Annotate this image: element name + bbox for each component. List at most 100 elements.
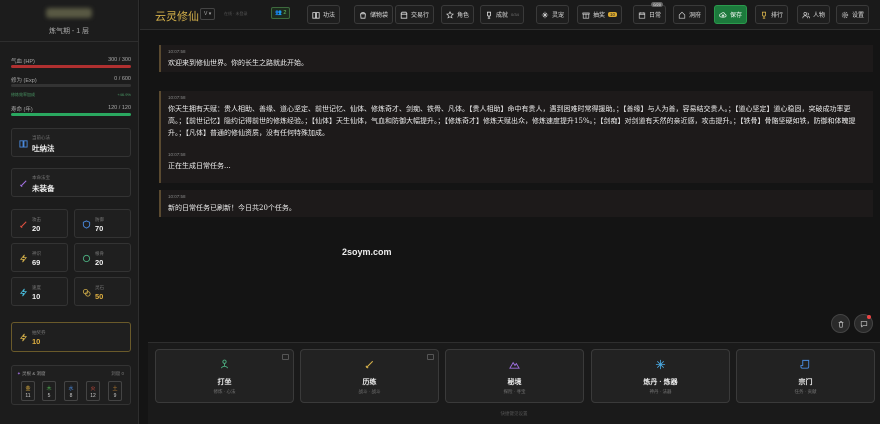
spirit-value: 69 bbox=[32, 258, 41, 267]
bag-icon bbox=[360, 11, 366, 19]
lottery-value: 10 bbox=[32, 337, 41, 346]
cloud-icon bbox=[719, 11, 727, 18]
action-label: 打坐 bbox=[217, 379, 232, 386]
message-log: 10:07:58 欢迎来到修仙世界。你的长生之路就此开始。 10:07:58 你… bbox=[153, 37, 875, 337]
log-text: 欢迎来到修仙世界。你的长生之路就此开始。 bbox=[168, 59, 308, 67]
action-alchemy[interactable]: 炼丹 · 炼器 神丹 · 法器 bbox=[591, 349, 730, 403]
defense-label: 防御 bbox=[95, 217, 104, 222]
elements-panel: ✦ 灵根 & 洞窟 洞窟 0 金 11 木5 水8 火 12 土9 bbox=[11, 365, 131, 405]
users-icon bbox=[802, 11, 810, 18]
attr-bone: 根骨 20 bbox=[74, 243, 131, 272]
attr-spirit-stones: 灵石 50 bbox=[74, 277, 131, 306]
log-timestamp: 10:07:58 bbox=[168, 152, 186, 157]
attack-label: 攻击 bbox=[32, 217, 41, 222]
exp-label: 修为 (Exp) bbox=[11, 78, 37, 84]
nav-label: 储物袋 bbox=[370, 13, 389, 19]
status-text: 在线 · 未登录 bbox=[224, 11, 248, 16]
spirit-stones-label: 灵石 bbox=[95, 285, 104, 290]
lifespan-bar bbox=[11, 113, 131, 116]
circle-icon bbox=[82, 254, 91, 263]
action-sect[interactable]: 宗门 任务 · 贡献 bbox=[736, 349, 875, 403]
elements-label-text: 灵根 & 洞窟 bbox=[22, 371, 46, 376]
nav-label: 成就 bbox=[496, 13, 509, 19]
shop-icon bbox=[400, 11, 408, 19]
book-icon bbox=[312, 11, 320, 19]
speed-label: 速度 bbox=[32, 285, 41, 290]
book-icon bbox=[19, 140, 28, 148]
save-button[interactable]: 保存 bbox=[714, 5, 748, 24]
nav-button-inventory[interactable]: 储物袋 bbox=[354, 5, 394, 24]
nav-label: 设置 bbox=[852, 13, 865, 19]
hp-label: 气血 (HP) bbox=[11, 59, 35, 65]
nav-button-cave[interactable]: 洞府 bbox=[673, 5, 707, 24]
bone-label: 根骨 bbox=[95, 251, 104, 256]
attack-value: 20 bbox=[32, 224, 41, 233]
log-timestamp: 10:07:58 bbox=[168, 49, 186, 54]
hp-bar bbox=[11, 65, 131, 68]
method-card[interactable]: 当前心法 吐纳法 bbox=[11, 128, 131, 157]
nav-label: 洞府 bbox=[689, 13, 702, 19]
chat-button[interactable] bbox=[854, 314, 873, 333]
nav-label: 人物 bbox=[813, 13, 826, 19]
nav-button-character[interactable]: 角色 bbox=[441, 5, 475, 24]
star-icon bbox=[446, 10, 454, 19]
sidebar: 炼气期 - 1 层 气血 (HP) 300 / 300 修为 (Exp) 0 /… bbox=[0, 0, 139, 424]
hp-value: 300 / 300 bbox=[108, 57, 131, 63]
method-value: 吐纳法 bbox=[32, 144, 55, 153]
elements-label: ✦ 灵根 & 洞窟 bbox=[17, 371, 46, 377]
element-name: 火 bbox=[90, 386, 96, 392]
log-entry: 10:07:58 正在生成日常任务... bbox=[159, 148, 873, 174]
spirit-stones-value: 50 bbox=[95, 292, 104, 301]
action-bar: 打坐 修炼 · 心法 历练 战斗 · 战斗 秘境 探险 · 寻宝 炼丹 · 炼器… bbox=[148, 342, 880, 424]
nav-button-ranking[interactable]: 排行 bbox=[755, 5, 789, 24]
realm-label: 炼气期 - 1 层 bbox=[48, 28, 90, 35]
nav-label: 排行 bbox=[771, 13, 784, 19]
action-secret-realm[interactable]: 秘境 探险 · 寻宝 bbox=[445, 349, 584, 403]
online-count-badge[interactable]: 👥 2 bbox=[271, 7, 291, 19]
clear-log-button[interactable] bbox=[831, 314, 850, 333]
version-dropdown[interactable]: V ▾ bbox=[200, 8, 216, 20]
element-wood: 木5 bbox=[42, 381, 56, 401]
action-sub: 神丹 · 法器 bbox=[649, 389, 672, 394]
log-timestamp: 10:07:58 bbox=[168, 194, 186, 199]
method-label: 当前心法 bbox=[32, 135, 50, 140]
element-fire: 火 12 bbox=[86, 381, 100, 401]
action-label: 历练 bbox=[362, 379, 377, 386]
sparkle-icon bbox=[655, 359, 666, 370]
calendar-icon bbox=[638, 11, 646, 19]
sparkle-icon bbox=[541, 11, 549, 18]
log-text: 正在生成日常任务... bbox=[168, 162, 231, 170]
lottery-badge: 10 bbox=[608, 12, 618, 17]
action-meditate[interactable]: 打坐 修炼 · 心法 bbox=[155, 349, 294, 403]
nav-label: 日常 bbox=[649, 13, 662, 19]
nav-button-settings[interactable]: 设置 bbox=[836, 5, 870, 24]
nav-button-daily[interactable]: 日常 0/20 bbox=[633, 2, 667, 24]
sparkle-icon: ✦ bbox=[17, 371, 21, 376]
nav-button-lottery[interactable]: 抽奖 10 bbox=[577, 5, 623, 24]
shortcut-hint: 快捷键见设置 bbox=[500, 411, 528, 416]
nav-button-skills[interactable]: 功法 bbox=[307, 5, 341, 24]
weapon-card[interactable]: 本命法宝 未装备 bbox=[11, 168, 131, 197]
action-training[interactable]: 历练 战斗 · 战斗 bbox=[300, 349, 439, 403]
lifespan-label: 寿命 (年) bbox=[11, 107, 33, 113]
nav-button-achievements[interactable]: 成就 0/34 bbox=[480, 5, 524, 24]
element-value: 11 bbox=[25, 393, 31, 399]
log-timestamp: 10:07:58 bbox=[168, 95, 186, 100]
app-title: 云灵修仙 bbox=[155, 10, 199, 23]
nav-button-people[interactable]: 人物 bbox=[797, 5, 831, 24]
sword-icon bbox=[365, 360, 374, 369]
spirit-label: 神识 bbox=[32, 251, 41, 256]
player-header: 炼气期 - 1 层 bbox=[0, 0, 138, 42]
medal-icon bbox=[762, 11, 766, 19]
scroll-icon bbox=[800, 359, 810, 369]
nav-button-pets[interactable]: 灵宠 bbox=[536, 5, 570, 24]
elements-extra: 洞窟 0 bbox=[111, 371, 124, 376]
hp-bar-fill bbox=[11, 65, 131, 68]
nav-label: 功法 bbox=[323, 13, 336, 19]
cultivation-rate: 修炼效率加成 +46.9% bbox=[11, 92, 131, 98]
element-name: 土 bbox=[112, 386, 118, 392]
coins-icon bbox=[82, 288, 91, 297]
element-value: 5 bbox=[47, 393, 51, 399]
attr-speed: 速度 10 bbox=[11, 277, 68, 306]
nav-button-market[interactable]: 交易行 bbox=[395, 5, 435, 24]
